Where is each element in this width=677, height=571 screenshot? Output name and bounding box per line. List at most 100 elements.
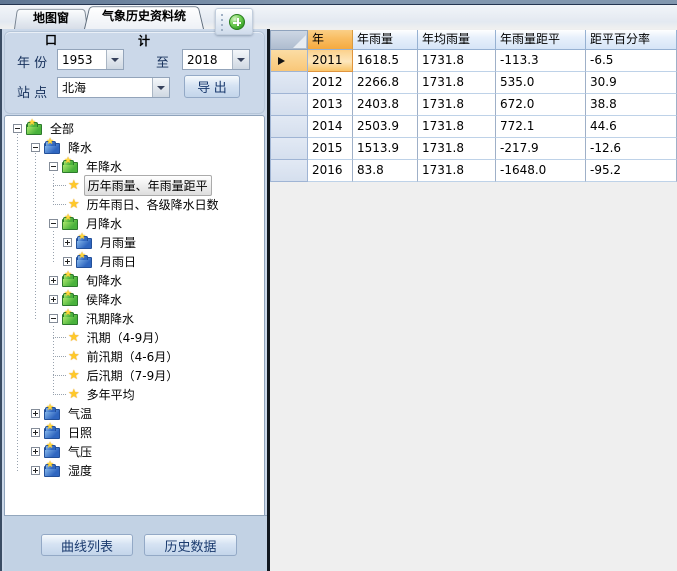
table-row: 2014 2503.9 1731.8 772.1 44.6 xyxy=(270,116,677,138)
folder-icon xyxy=(44,466,60,477)
star-icon: ★ xyxy=(68,369,80,382)
tab-map-window[interactable]: 地图窗口 xyxy=(14,7,88,29)
grid-header-row: 年 年雨量 年均雨量 年雨量距平 距平百分率 xyxy=(270,30,677,50)
expander-minus-icon[interactable] xyxy=(49,219,58,228)
cell[interactable]: 2014 xyxy=(308,116,353,138)
history-data-button[interactable]: 历史数据 xyxy=(144,534,237,556)
row-header[interactable] xyxy=(270,160,308,182)
tree-item-monthly-rainfall[interactable]: 月雨量 xyxy=(5,233,139,252)
tree-item-flood-season[interactable]: ★ 汛期（4-9月） xyxy=(5,328,169,347)
row-header[interactable] xyxy=(270,72,308,94)
data-grid-area: 年 年雨量 年均雨量 年雨量距平 距平百分率 2011 1618.5 1731.… xyxy=(270,29,677,571)
tree-item-tenday-precip[interactable]: 旬降水 xyxy=(5,271,125,290)
expander-plus-icon[interactable] xyxy=(31,409,40,418)
cell[interactable]: 2016 xyxy=(308,160,353,182)
add-tab-button[interactable] xyxy=(229,14,245,30)
cell[interactable]: 672.0 xyxy=(496,94,586,116)
cell[interactable]: 2266.8 xyxy=(353,72,418,94)
category-tree: 全部 降水 年降水 ★ 历年雨量、年雨量距平 ★ 历年雨日、各级降水日数 月降水 xyxy=(4,115,265,542)
cell[interactable]: -6.5 xyxy=(586,50,677,72)
expander-minus-icon[interactable] xyxy=(31,143,40,152)
tree-item-post-flood-season[interactable]: ★ 后汛期（7-9月） xyxy=(5,366,181,385)
dropdown-button[interactable] xyxy=(152,78,169,97)
year-from-value: 1953 xyxy=(58,53,106,67)
cell[interactable]: 1731.8 xyxy=(418,94,496,116)
tree-item-yearly-rainfall-anomaly[interactable]: ★ 历年雨量、年雨量距平 xyxy=(5,176,212,195)
expander-plus-icon[interactable] xyxy=(49,295,58,304)
row-header[interactable] xyxy=(270,116,308,138)
export-button[interactable]: 导 出 xyxy=(184,75,240,98)
tree-item-monthly-rain-days[interactable]: 月雨日 xyxy=(5,252,139,271)
cell[interactable]: 2015 xyxy=(308,138,353,160)
select-all-corner[interactable] xyxy=(270,30,308,50)
cell[interactable]: 1731.8 xyxy=(418,138,496,160)
tree-stub xyxy=(53,185,66,186)
cell[interactable]: 44.6 xyxy=(586,116,677,138)
row-header[interactable] xyxy=(270,94,308,116)
cell[interactable]: 1731.8 xyxy=(418,50,496,72)
cell[interactable]: 2503.9 xyxy=(353,116,418,138)
row-header-current[interactable] xyxy=(270,50,308,72)
curve-list-button[interactable]: 曲线列表 xyxy=(41,534,133,556)
cell[interactable]: -113.3 xyxy=(496,50,586,72)
folder-icon xyxy=(62,314,78,325)
left-panel-footer: 曲线列表 历史数据 xyxy=(4,515,267,571)
cell[interactable]: 2403.8 xyxy=(353,94,418,116)
expander-plus-icon[interactable] xyxy=(31,428,40,437)
tree-item-annual-precip[interactable]: 年降水 xyxy=(5,157,125,176)
cell[interactable]: 2011 xyxy=(308,50,353,72)
tree-item-flood-season-precip[interactable]: 汛期降水 xyxy=(5,309,137,328)
expander-plus-icon[interactable] xyxy=(49,276,58,285)
tree-item-pressure[interactable]: 气压 xyxy=(5,442,95,461)
tree-item-humidity[interactable]: 湿度 xyxy=(5,461,95,480)
cell[interactable]: -217.9 xyxy=(496,138,586,160)
tab-label: 气象历史资料统计 xyxy=(84,4,204,54)
column-header-year[interactable]: 年 xyxy=(308,30,353,50)
expander-plus-icon[interactable] xyxy=(31,466,40,475)
expander-minus-icon[interactable] xyxy=(13,124,22,133)
expander-plus-icon[interactable] xyxy=(63,238,72,247)
column-header-annual-rainfall[interactable]: 年雨量 xyxy=(353,30,418,50)
dropdown-button[interactable] xyxy=(232,50,249,69)
column-header-rainfall-anomaly[interactable]: 年雨量距平 xyxy=(496,30,586,50)
cell[interactable]: 535.0 xyxy=(496,72,586,94)
tree-item-all[interactable]: 全部 xyxy=(5,119,77,138)
expander-minus-icon[interactable] xyxy=(49,314,58,323)
column-header-mean-rainfall[interactable]: 年均雨量 xyxy=(418,30,496,50)
station-dropdown[interactable]: 北海 xyxy=(57,77,170,98)
tab-weather-history-stats[interactable]: 气象历史资料统计 xyxy=(84,4,204,29)
tree-item-sunshine[interactable]: 日照 xyxy=(5,423,95,442)
folder-icon xyxy=(76,238,92,249)
tree-item-temperature[interactable]: 气温 xyxy=(5,404,95,423)
tree-item-pentad-precip[interactable]: 侯降水 xyxy=(5,290,125,309)
cell[interactable]: -12.6 xyxy=(586,138,677,160)
expander-minus-icon[interactable] xyxy=(49,162,58,171)
cell[interactable]: 1513.9 xyxy=(353,138,418,160)
expander-plus-icon[interactable] xyxy=(31,447,40,456)
tree-item-precipitation[interactable]: 降水 xyxy=(5,138,95,157)
cell[interactable]: 38.8 xyxy=(586,94,677,116)
cell[interactable]: 1731.8 xyxy=(418,116,496,138)
tree-item-rain-days[interactable]: ★ 历年雨日、各级降水日数 xyxy=(5,195,222,214)
cell[interactable]: 1731.8 xyxy=(418,160,496,182)
to-label: 至 xyxy=(156,52,169,71)
tree-stub xyxy=(53,204,66,205)
cell[interactable]: 772.1 xyxy=(496,116,586,138)
expander-plus-icon[interactable] xyxy=(63,257,72,266)
column-header-anomaly-percent[interactable]: 距平百分率 xyxy=(586,30,677,50)
cell[interactable]: -1648.0 xyxy=(496,160,586,182)
folder-icon xyxy=(44,409,60,420)
cell[interactable]: 2012 xyxy=(308,72,353,94)
tree-item-monthly-precip[interactable]: 月降水 xyxy=(5,214,125,233)
tree-item-multiyear-average[interactable]: ★ 多年平均 xyxy=(5,385,138,404)
cell[interactable]: 83.8 xyxy=(353,160,418,182)
cell[interactable]: 1618.5 xyxy=(353,50,418,72)
row-header[interactable] xyxy=(270,138,308,160)
cell[interactable]: 1731.8 xyxy=(418,72,496,94)
folder-icon xyxy=(44,143,60,154)
cell[interactable]: 2013 xyxy=(308,94,353,116)
cell[interactable]: 30.9 xyxy=(586,72,677,94)
tree-item-pre-flood-season[interactable]: ★ 前汛期（4-6月） xyxy=(5,347,181,366)
table-row: 2015 1513.9 1731.8 -217.9 -12.6 xyxy=(270,138,677,160)
cell[interactable]: -95.2 xyxy=(586,160,677,182)
